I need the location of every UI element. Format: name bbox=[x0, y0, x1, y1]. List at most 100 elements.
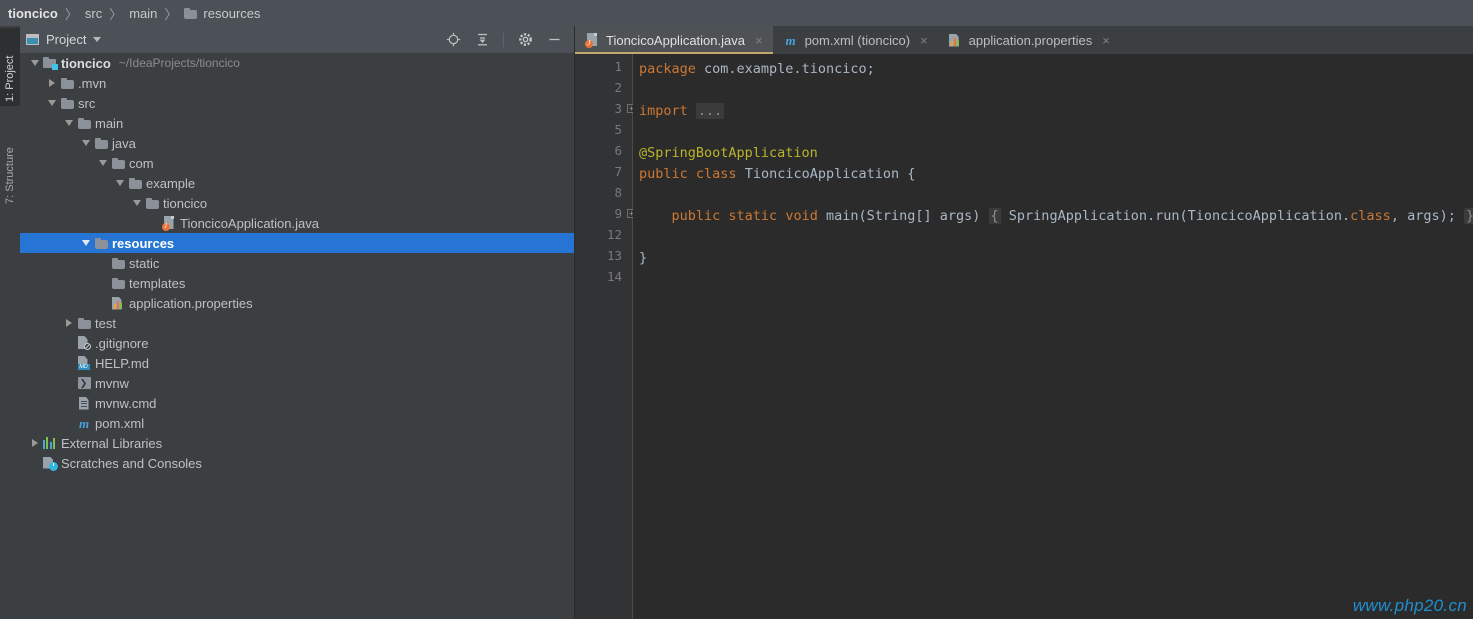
tree-row[interactable]: templates bbox=[20, 273, 574, 293]
collapse-arrow-icon[interactable] bbox=[28, 57, 41, 70]
tree-row-icon-slot bbox=[92, 237, 110, 249]
editor-tab-tioncicoapplication-java[interactable]: TioncicoApplication.java × bbox=[575, 26, 773, 54]
folder-icon bbox=[128, 177, 142, 189]
tree-row[interactable]: External Libraries bbox=[20, 433, 574, 453]
tool-tab-project[interactable]: 1: Project bbox=[0, 28, 20, 106]
settings-gear-icon[interactable] bbox=[517, 32, 533, 48]
collapse-arrow-icon[interactable] bbox=[62, 117, 75, 130]
tree-row[interactable]: MD HELP.md bbox=[20, 353, 574, 373]
tree-row[interactable]: application.properties bbox=[20, 293, 574, 313]
shell-script-icon: ❯ bbox=[77, 377, 91, 389]
tree-row-icon-slot bbox=[92, 137, 110, 149]
java-class-icon bbox=[585, 33, 599, 48]
project-panel-title[interactable]: Project bbox=[26, 32, 102, 47]
tree-row[interactable]: main bbox=[20, 113, 574, 133]
tree-row-icon-slot bbox=[41, 57, 59, 70]
code-line: public class TioncicoApplication { bbox=[639, 164, 915, 185]
tree-row[interactable]: Scratches and Consoles bbox=[20, 453, 574, 473]
tree-row[interactable]: tioncico bbox=[20, 193, 574, 213]
tree-row[interactable]: mvnw.cmd bbox=[20, 393, 574, 413]
tree-row-label: tioncico bbox=[163, 195, 208, 211]
tree-row[interactable]: m pom.xml bbox=[20, 413, 574, 433]
arrow-placeholder bbox=[96, 297, 109, 310]
tree-row-label: resources bbox=[112, 235, 175, 251]
tree-row-label: .gitignore bbox=[95, 335, 149, 351]
text-file-icon bbox=[78, 396, 90, 410]
tree-row-icon-slot bbox=[160, 216, 178, 231]
breadcrumb-item-src[interactable]: src bbox=[81, 0, 106, 26]
expand-arrow-icon[interactable] bbox=[62, 317, 75, 330]
arrow-placeholder bbox=[28, 457, 41, 470]
tree-row-icon-slot bbox=[75, 336, 93, 350]
chevron-down-icon[interactable] bbox=[93, 37, 102, 42]
tree-row[interactable]: test bbox=[20, 313, 574, 333]
tree-row[interactable]: java bbox=[20, 133, 574, 153]
tree-row-label: tioncico bbox=[61, 55, 111, 71]
tree-row-label: mvnw.cmd bbox=[95, 395, 157, 411]
collapse-arrow-icon[interactable] bbox=[45, 97, 58, 110]
close-icon[interactable]: × bbox=[920, 34, 928, 47]
tree-row[interactable]: com bbox=[20, 153, 574, 173]
expand-arrow-icon[interactable] bbox=[28, 437, 41, 450]
tree-row[interactable]: tioncico ~/IdeaProjects/tioncico bbox=[20, 53, 574, 73]
code-token: @SpringBootApplication bbox=[639, 145, 818, 161]
tree-row-label: templates bbox=[129, 275, 186, 291]
tree-row-label: application.properties bbox=[129, 295, 253, 311]
tree-row-label: External Libraries bbox=[61, 435, 163, 451]
editor-tab-application-properties[interactable]: application.properties × bbox=[938, 26, 1120, 54]
project-tool-window: Project tioncico ~/IdeaProjects/tioncico… bbox=[20, 26, 575, 619]
tool-tab-structure[interactable]: 7: Structure bbox=[0, 112, 20, 208]
tree-row[interactable]: .gitignore bbox=[20, 333, 574, 353]
collapse-arrow-icon[interactable] bbox=[79, 137, 92, 150]
close-icon[interactable]: × bbox=[1102, 34, 1110, 47]
collapse-all-icon[interactable] bbox=[474, 32, 490, 48]
breadcrumb-separator: 〉 bbox=[64, 6, 78, 22]
editor-tab-pom-xml--tioncico-[interactable]: m pom.xml (tioncico) × bbox=[773, 26, 938, 54]
tree-row-label: mvnw bbox=[95, 375, 129, 391]
expand-arrow-icon[interactable] bbox=[45, 77, 58, 90]
locate-file-icon[interactable] bbox=[445, 32, 461, 48]
code-token: , args); bbox=[1390, 208, 1464, 224]
tree-row-icon-slot bbox=[109, 277, 127, 289]
collapse-arrow-icon[interactable] bbox=[130, 197, 143, 210]
code-content[interactable]: package com.example.tioncico; import ... @… bbox=[633, 54, 1473, 619]
editor-gutter[interactable]: 1 2 3 +5 6 7 8 9 +12 13 14 bbox=[575, 54, 636, 619]
collapse-arrow-icon[interactable] bbox=[96, 157, 109, 170]
breadcrumb: tioncico 〉 src 〉 main 〉 resources bbox=[0, 0, 1473, 26]
tree-row-icon-slot bbox=[75, 317, 93, 329]
breadcrumb-item-tioncico[interactable]: tioncico bbox=[4, 0, 62, 26]
tree-row[interactable]: static bbox=[20, 253, 574, 273]
hide-panel-icon[interactable] bbox=[546, 32, 562, 48]
tree-row-icon-slot: MD bbox=[75, 356, 93, 370]
editor-tab-label: pom.xml (tioncico) bbox=[804, 32, 911, 48]
arrow-placeholder bbox=[96, 257, 109, 270]
properties-file-icon bbox=[111, 296, 125, 310]
tree-row[interactable]: TioncicoApplication.java bbox=[20, 213, 574, 233]
tree-row[interactable]: .mvn bbox=[20, 73, 574, 93]
tree-row-label: src bbox=[78, 95, 96, 111]
project-view-icon bbox=[26, 34, 39, 45]
tree-row-icon-slot bbox=[41, 437, 59, 449]
tree-row-icon-slot bbox=[58, 77, 76, 89]
collapse-arrow-icon[interactable] bbox=[79, 237, 92, 250]
close-icon[interactable]: × bbox=[755, 34, 763, 47]
tree-row[interactable]: src bbox=[20, 93, 574, 113]
tree-row[interactable]: example bbox=[20, 173, 574, 193]
tree-row[interactable]: resources bbox=[20, 233, 574, 253]
breadcrumb-item-main[interactable]: main bbox=[125, 0, 161, 26]
editor-tab-label: TioncicoApplication.java bbox=[606, 32, 745, 48]
line-number: 7 bbox=[614, 164, 622, 179]
project-tree[interactable]: tioncico ~/IdeaProjects/tioncico .mvn src ma… bbox=[20, 53, 574, 619]
breadcrumb-item-resources[interactable]: resources bbox=[180, 0, 264, 26]
breadcrumb-item-label: tioncico bbox=[8, 5, 58, 21]
code-token: public bbox=[639, 166, 696, 182]
code-line: @SpringBootApplication bbox=[639, 143, 818, 164]
collapse-arrow-icon[interactable] bbox=[113, 177, 126, 190]
maven-file-icon: m bbox=[785, 32, 796, 48]
tree-row[interactable]: ❯ mvnw bbox=[20, 373, 574, 393]
editor-area: TioncicoApplication.java × m pom.xml (tionc… bbox=[575, 26, 1473, 619]
line-number: 1 bbox=[614, 59, 622, 74]
tree-row-icon-slot bbox=[75, 117, 93, 129]
tree-row-label: Scratches and Consoles bbox=[61, 455, 202, 471]
folder-icon bbox=[111, 277, 125, 289]
